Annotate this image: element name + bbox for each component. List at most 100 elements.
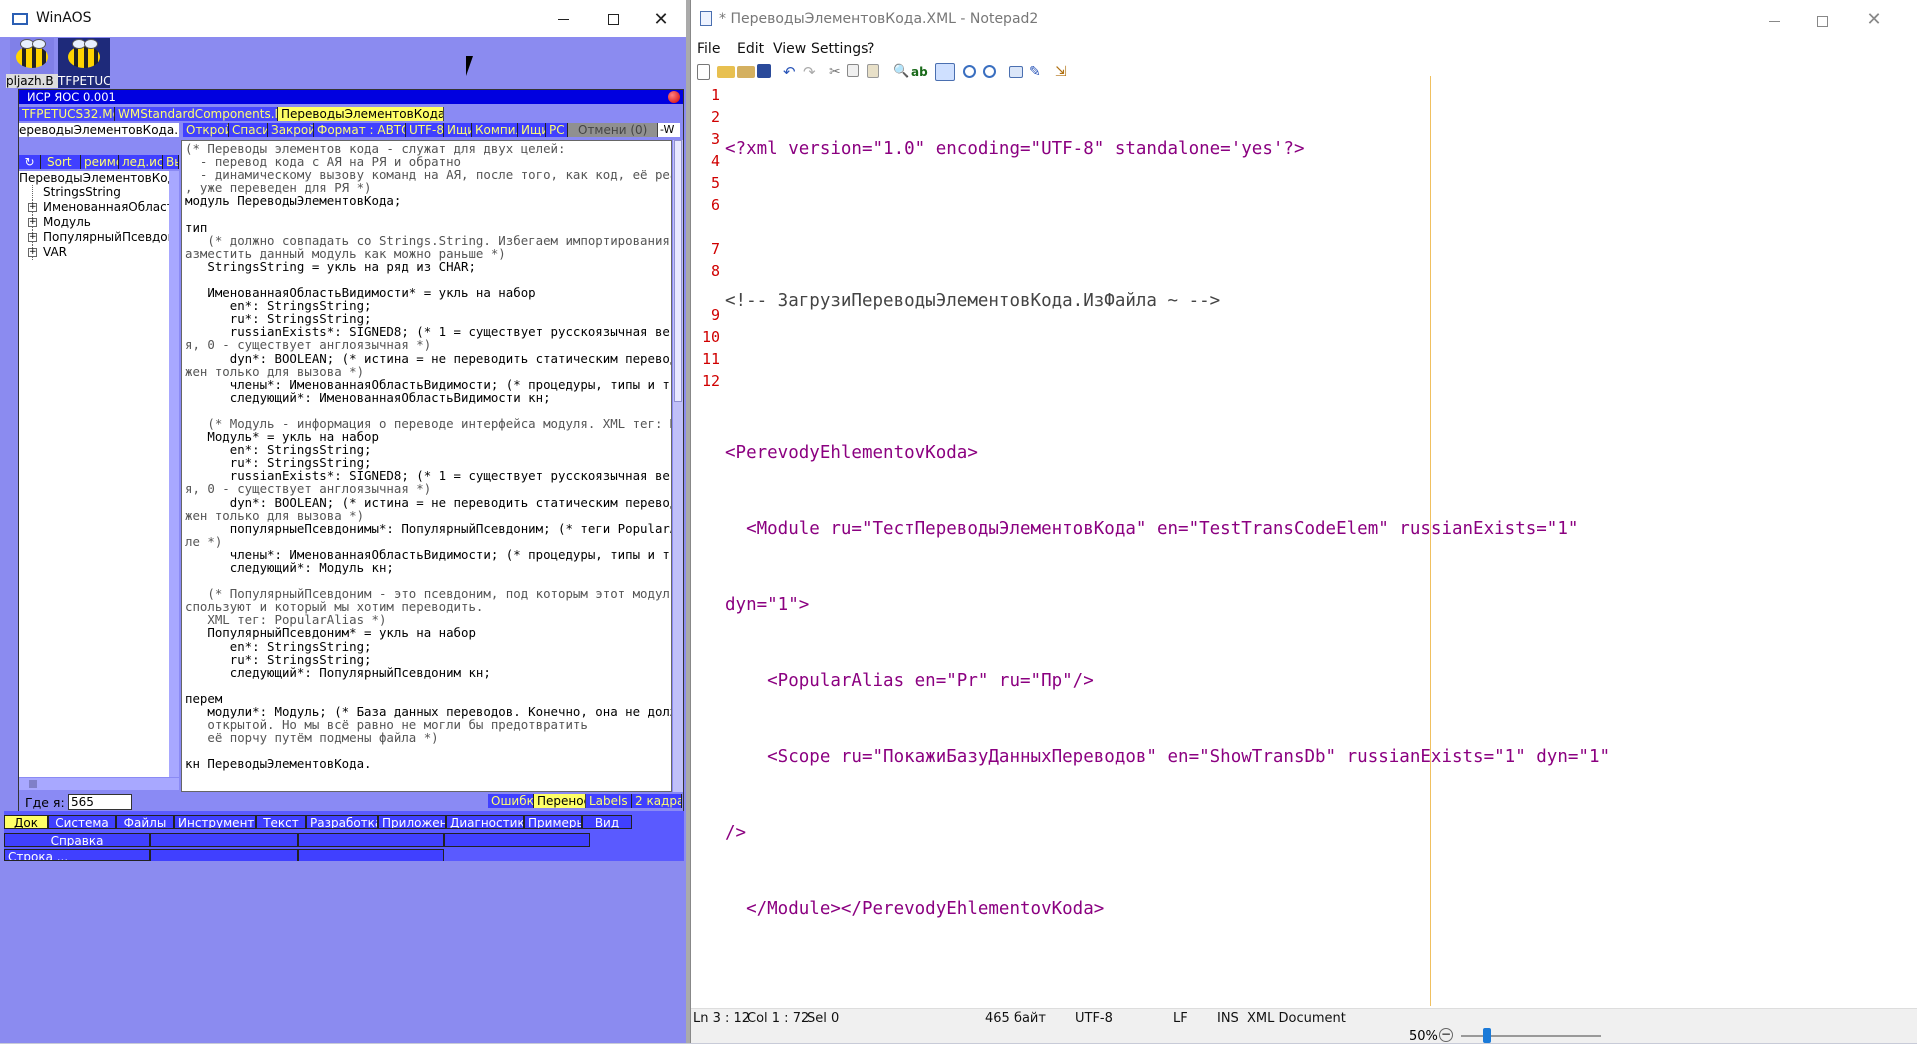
minimize-icon[interactable] bbox=[1751, 8, 1797, 34]
minimize-icon[interactable] bbox=[540, 5, 586, 33]
close-button[interactable]: Закрой bbox=[268, 123, 314, 137]
code-line: кн ПереводыЭлементовКода. bbox=[185, 757, 671, 770]
find-icon[interactable]: 🔍 bbox=[893, 64, 911, 80]
zoom-slider[interactable] bbox=[1461, 1035, 1601, 1037]
tree-hscrollbar[interactable] bbox=[19, 778, 179, 790]
close-icon[interactable]: ✕ bbox=[1851, 6, 1897, 32]
new-file-icon[interactable] bbox=[697, 64, 710, 80]
taskbar-item[interactable]: Диагностика bbox=[446, 815, 524, 829]
w-button[interactable]: -W bbox=[658, 123, 680, 137]
taskbar-item[interactable]: Текст bbox=[256, 815, 306, 829]
menu-file[interactable]: File bbox=[697, 41, 720, 57]
tree-item[interactable]: StringsString bbox=[19, 185, 169, 200]
find2-button[interactable]: Ищи bbox=[518, 123, 546, 137]
save-icon[interactable] bbox=[757, 64, 771, 78]
editor-toolbar: Открой Спаси Закрой Формат : АВТО UTF-8 … bbox=[183, 123, 683, 137]
code-vscrollbar[interactable] bbox=[673, 140, 683, 792]
expand-icon[interactable]: + bbox=[28, 233, 37, 242]
tab-perevody[interactable]: ПереводыЭлементовКода.Mod bbox=[278, 107, 444, 121]
notepad-title: * ПереводыЭлементовКода.XML - Notepad2 bbox=[719, 11, 1039, 27]
winaos-titlebar[interactable]: WinAOS ✕ bbox=[0, 0, 686, 37]
find-input[interactable] bbox=[68, 794, 132, 810]
code-editor[interactable]: (* Переводы элементов кода - служат для … bbox=[181, 140, 672, 792]
expand-icon[interactable]: + bbox=[28, 218, 37, 227]
taskbar-item[interactable]: Док bbox=[4, 815, 48, 829]
notepad-titlebar[interactable]: * ПереводыЭлементовКода.XML - Notepad2 ✕ bbox=[691, 0, 1917, 36]
redo-icon[interactable]: ↷ bbox=[803, 64, 821, 80]
scheme-icon[interactable] bbox=[1009, 66, 1023, 78]
taskbar-item[interactable]: Система bbox=[48, 815, 116, 829]
compile-button[interactable]: Компил bbox=[472, 123, 518, 137]
tab-tfpetucs[interactable]: TFPETUCS32.Mod bbox=[19, 107, 115, 121]
taskbar-item[interactable]: Вид bbox=[582, 815, 632, 829]
maximize-icon[interactable] bbox=[1799, 8, 1845, 34]
extra-button[interactable]: Вы bbox=[163, 155, 179, 169]
taskbar-item[interactable]: Приложения bbox=[378, 815, 446, 829]
taskbar-item[interactable]: Разработка bbox=[306, 815, 378, 829]
save-button[interactable]: Спаси bbox=[229, 123, 268, 137]
customize-icon[interactable]: ✎ bbox=[1029, 64, 1047, 80]
xml-editor[interactable]: <?xml version="1.0" encoding="UTF-8" sta… bbox=[723, 76, 1903, 1014]
undo-icon[interactable]: ↶ bbox=[783, 64, 801, 80]
xml-line: <?xml version="1.0" encoding="UTF-8" sta… bbox=[725, 138, 1610, 160]
tree-item[interactable]: + Модуль bbox=[19, 215, 169, 230]
maximize-icon[interactable] bbox=[590, 5, 636, 33]
tree-root[interactable]: ПереводыЭлементовКода bbox=[19, 171, 169, 185]
wrap-button[interactable]: Перенос bbox=[534, 794, 586, 808]
wordwrap-icon[interactable] bbox=[935, 63, 955, 81]
menu-view[interactable]: View bbox=[773, 41, 806, 57]
copy-icon[interactable] bbox=[847, 64, 859, 77]
taskbar-item[interactable]: Инструменты bbox=[174, 815, 256, 829]
taskbar-row3-item[interactable]: Строка ... bbox=[4, 849, 150, 861]
zoom-out-icon[interactable] bbox=[983, 65, 996, 78]
trace-button[interactable]: лед.ис bbox=[119, 155, 163, 169]
refresh-icon[interactable]: ↻ bbox=[19, 155, 41, 169]
cut-icon[interactable]: ✂ bbox=[829, 64, 847, 80]
encoding-button[interactable]: UTF-8 bbox=[406, 123, 444, 137]
rename-button[interactable]: реимен bbox=[81, 155, 119, 169]
open-folder-icon[interactable] bbox=[717, 66, 735, 78]
open-button[interactable]: Открой bbox=[183, 123, 229, 137]
xml-line: /> bbox=[725, 822, 1610, 844]
line-number: 4 bbox=[710, 152, 720, 170]
close-icon[interactable]: ✕ bbox=[638, 5, 684, 33]
app-icon bbox=[12, 13, 28, 25]
ide-titlebar[interactable]: ИСР ЯОС 0.001 bbox=[19, 90, 683, 104]
desktop-icon-1[interactable]: pljazh.B bbox=[6, 38, 62, 88]
find-button[interactable]: Ищи bbox=[444, 123, 472, 137]
notepad-app-icon bbox=[700, 11, 712, 26]
tree-item[interactable]: + ИменованнаяОбластьВидимости bbox=[19, 200, 169, 215]
sort-button[interactable]: Sort bbox=[41, 155, 81, 169]
pc-button[interactable]: PC bbox=[546, 123, 568, 137]
tree-item[interactable]: + VAR bbox=[19, 245, 169, 260]
line-number: 1 bbox=[710, 86, 720, 104]
tree-item[interactable]: + ПопулярныйПсевдоним bbox=[19, 230, 169, 245]
errors-button[interactable]: Ошибки bbox=[488, 794, 534, 808]
zoom-slider-thumb[interactable] bbox=[1483, 1028, 1491, 1043]
browse-icon[interactable] bbox=[737, 66, 755, 78]
menu-edit[interactable]: Edit bbox=[737, 41, 764, 57]
taskbar-item[interactable]: Файлы bbox=[116, 815, 174, 829]
notepad-vscrollbar[interactable] bbox=[1903, 84, 1917, 1014]
expand-icon[interactable]: + bbox=[28, 248, 37, 257]
undo-button[interactable]: Отмени (0) bbox=[568, 123, 658, 137]
line-number: 12 bbox=[701, 372, 720, 390]
zoom-out-button[interactable]: − bbox=[1439, 1028, 1453, 1042]
close-dot-icon[interactable] bbox=[668, 91, 680, 103]
replace-icon[interactable]: ab bbox=[911, 64, 929, 80]
desktop-icon-2[interactable]: TFPETUCS bbox=[58, 38, 110, 88]
menu-help[interactable]: ? bbox=[867, 41, 874, 57]
exit-icon[interactable]: ⇲ bbox=[1055, 64, 1073, 80]
help-menu[interactable]: Справка bbox=[4, 833, 150, 847]
tree-vscrollbar[interactable] bbox=[169, 171, 179, 777]
status-syntax: XML Document bbox=[1247, 1011, 1346, 1026]
tab-wmstandard[interactable]: WMStandardComponents.Mod bbox=[115, 107, 278, 121]
expand-icon[interactable]: + bbox=[28, 203, 37, 212]
paste-icon[interactable] bbox=[867, 64, 879, 78]
format-button[interactable]: Формат : АВТО bbox=[314, 123, 406, 137]
labels-button[interactable]: Labels bbox=[586, 794, 632, 808]
menu-settings[interactable]: Settings bbox=[811, 41, 868, 57]
frames-button[interactable]: 2 кадра bbox=[632, 794, 682, 808]
taskbar-item[interactable]: Примеры bbox=[524, 815, 582, 829]
zoom-in-icon[interactable] bbox=[963, 65, 976, 78]
